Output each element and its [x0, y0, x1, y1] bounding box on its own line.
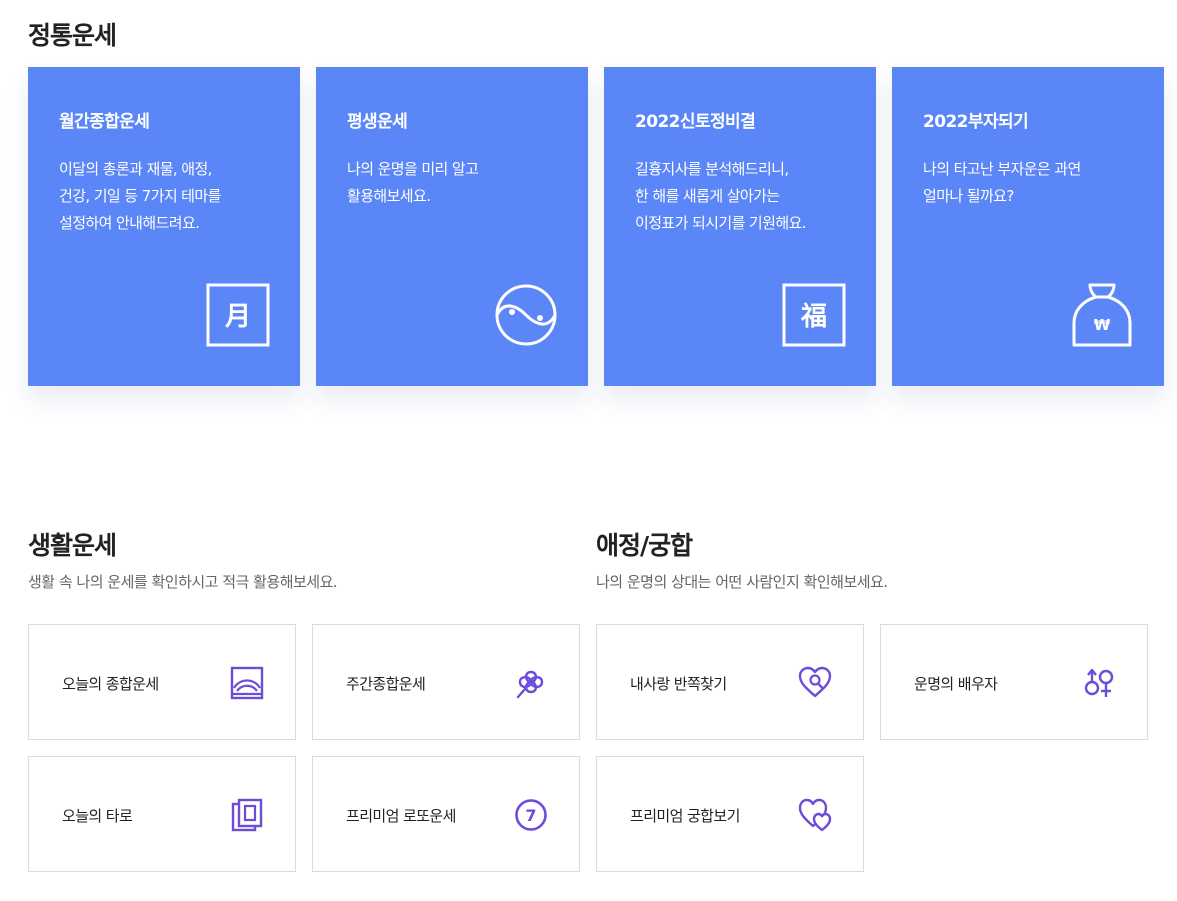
item-find-soulmate[interactable]: 내사랑 반쪽찾기 — [596, 624, 864, 740]
tarot-cards-icon — [231, 798, 263, 832]
card-title: 2022부자되기 — [923, 112, 1029, 132]
item-label: 오늘의 타로 — [62, 807, 133, 825]
card-become-rich[interactable]: 2022부자되기 나의 타고난 부자운은 과연 얼마나 될까요? ₩ — [892, 67, 1164, 386]
card-description: 나의 운명을 미리 알고 활용해보세요. — [347, 156, 577, 210]
fortune-character-icon: 福 — [782, 283, 846, 347]
card-desc-line: 나의 타고난 부자운은 과연 — [923, 160, 1081, 178]
card-desc-line: 활용해보세요. — [347, 187, 431, 205]
item-today-fortune[interactable]: 오늘의 종합운세 — [28, 624, 296, 740]
card-desc-line: 이정표가 되시기를 기원해요. — [635, 214, 807, 232]
love-section-title: 애정/궁합 — [596, 531, 693, 560]
money-bag-icon: ₩ — [1072, 283, 1132, 347]
card-desc-line: 설정하여 안내해드려요. — [59, 214, 200, 232]
item-destined-spouse[interactable]: 운명의 배우자 — [880, 624, 1148, 740]
card-desc-line: 이달의 총론과 재물, 애정, — [59, 160, 212, 178]
card-title: 월간종합운세 — [59, 112, 150, 132]
card-desc-line: 길흉지사를 분석해드리니, — [635, 160, 789, 178]
love-section-description: 나의 운명의 상대는 어떤 사람인지 확인해보세요. — [596, 573, 888, 591]
card-description: 이달의 총론과 재물, 애정, 건강, 기일 등 7가지 테마를 설정하여 안내… — [59, 156, 289, 237]
sunrise-icon — [230, 666, 264, 700]
won-glyph: ₩ — [1094, 316, 1111, 334]
item-premium-compatibility[interactable]: 프리미엄 궁합보기 — [596, 756, 864, 872]
item-label: 프리미엄 궁합보기 — [630, 807, 740, 825]
card-title: 평생운세 — [347, 112, 408, 132]
item-today-tarot[interactable]: 오늘의 타로 — [28, 756, 296, 872]
card-description: 나의 타고난 부자운은 과연 얼마나 될까요? — [923, 156, 1153, 210]
double-heart-icon — [798, 798, 832, 832]
clover-icon — [516, 670, 544, 699]
yin-yang-icon — [495, 284, 557, 346]
item-label: 프리미엄 로또운세 — [346, 807, 456, 825]
item-label: 내사랑 반쪽찾기 — [630, 675, 727, 693]
card-desc-line: 얼마나 될까요? — [923, 187, 1014, 205]
card-lifetime-fortune[interactable]: 평생운세 나의 운명을 미리 알고 활용해보세요. — [316, 67, 588, 386]
moon-glyph: 月 — [224, 302, 251, 332]
card-monthly-fortune[interactable]: 월간종합운세 이달의 총론과 재물, 애정, 건강, 기일 등 7가지 테마를 … — [28, 67, 300, 386]
life-section-description: 생활 속 나의 운세를 확인하시고 적극 활용해보세요. — [28, 573, 338, 591]
item-premium-lotto[interactable]: 프리미엄 로또운세 7 — [312, 756, 580, 872]
lotto-ball-icon: 7 — [515, 799, 547, 831]
moon-character-icon: 月 — [206, 283, 270, 347]
card-desc-line: 건강, 기일 등 7가지 테마를 — [59, 187, 221, 205]
card-tojeong-secrets[interactable]: 2022신토정비결 길흉지사를 분석해드리니, 한 해를 새롭게 살아가는 이정… — [604, 67, 876, 386]
fortune-glyph: 福 — [800, 302, 827, 332]
life-section-title: 생활운세 — [28, 531, 117, 560]
item-weekly-fortune[interactable]: 주간종합운세 — [312, 624, 580, 740]
card-desc-line: 한 해를 새롭게 살아가는 — [635, 187, 780, 205]
lotto-number: 7 — [525, 806, 536, 825]
traditional-section-title: 정통운세 — [28, 21, 117, 50]
heart-search-icon — [798, 666, 832, 698]
gender-symbols-icon — [1084, 668, 1114, 697]
card-desc-line: 나의 운명을 미리 알고 — [347, 160, 479, 178]
item-label: 운명의 배우자 — [914, 675, 998, 693]
card-description: 길흉지사를 분석해드리니, 한 해를 새롭게 살아가는 이정표가 되시기를 기원… — [635, 156, 865, 237]
item-label: 주간종합운세 — [346, 675, 426, 693]
item-label: 오늘의 종합운세 — [62, 675, 159, 693]
card-title: 2022신토정비결 — [635, 112, 756, 132]
